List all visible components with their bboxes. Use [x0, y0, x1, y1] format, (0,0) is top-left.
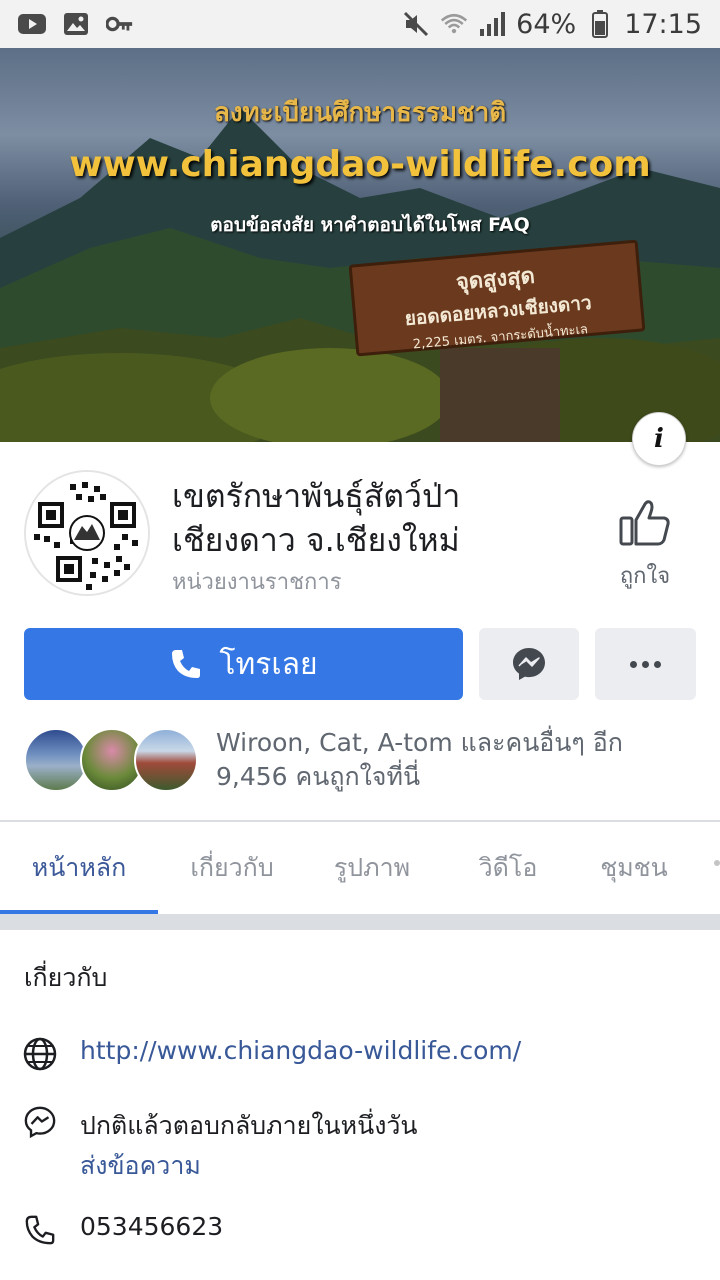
more-options-button[interactable]	[595, 628, 696, 700]
tab-photos[interactable]: รูปภาพ	[306, 822, 438, 914]
page-category: หน่วยงานราชการ	[172, 570, 342, 595]
friend-avatar[interactable]	[134, 728, 198, 792]
qr-code-icon	[26, 472, 148, 594]
signal-icon	[478, 10, 506, 38]
friend-avatars[interactable]	[24, 728, 198, 792]
messenger-icon	[513, 648, 545, 680]
call-button[interactable]: โทรเลย	[24, 628, 463, 700]
cover-subtitle: ตอบข้อสงสัย หาคำตอบได้ในโพส FAQ	[210, 214, 530, 236]
more-dot-icon	[642, 660, 649, 668]
info-button[interactable]: i	[632, 412, 686, 466]
cover-website: www.chiangdao-wildlife.com	[69, 144, 651, 185]
more-dot-icon	[630, 660, 637, 668]
profile-avatar-qr[interactable]	[24, 470, 150, 596]
key-icon	[106, 10, 134, 38]
cover-photo[interactable]: ลงทะเบียนศึกษาธรรมชาติ www.chiangdao-wil…	[0, 48, 720, 442]
tab-home[interactable]: หน้าหลัก	[0, 822, 158, 914]
website-link[interactable]: http://www.chiangdao-wildlife.com/	[80, 1036, 521, 1065]
send-message-link[interactable]: ส่งข้อความ	[80, 1146, 201, 1186]
thumbs-up-icon	[619, 500, 670, 546]
youtube-icon	[18, 10, 46, 38]
tab-about[interactable]: เกี่ยวกับ	[158, 822, 306, 914]
call-button-label: โทรเลย	[219, 646, 318, 682]
wifi-icon	[440, 10, 468, 38]
battery-icon	[586, 10, 614, 38]
like-label: ถูกใจ	[619, 564, 671, 589]
page-title: เขตรักษาพันธุ์สัตว์ป่า เชียงดาว จ.เชียงใ…	[172, 477, 461, 559]
messenger-icon	[22, 1104, 58, 1140]
friends-like-text[interactable]: Wiroon, Cat, A-tom และคนอื่นๆ อีก 9,456 …	[216, 726, 686, 794]
response-time-text: ปกติแล้วตอบกลับภายในหนึ่งวัน	[80, 1111, 418, 1140]
about-heading: เกี่ยวกับ	[24, 963, 108, 992]
clock: 17:15	[624, 8, 702, 40]
cover-headline: ลงทะเบียนศึกษาธรรมชาติ	[213, 98, 507, 128]
message-button[interactable]	[479, 628, 579, 700]
tab-community[interactable]: ชุมชน	[578, 822, 690, 914]
tab-videos[interactable]: วิดีโอ	[438, 822, 578, 914]
phone-icon	[22, 1212, 58, 1248]
page-tabs: หน้าหลัก เกี่ยวกับ รูปภาพ วิดีโอ ชุมชน	[0, 822, 720, 914]
phone-number[interactable]: 053456623	[80, 1212, 223, 1241]
mute-icon	[402, 10, 430, 38]
status-bar: 64% 17:15	[0, 0, 720, 48]
battery-percent: 64%	[516, 8, 577, 40]
more-dot-icon	[654, 660, 661, 668]
phone-icon	[172, 650, 201, 678]
section-divider	[0, 914, 720, 930]
globe-icon	[22, 1036, 58, 1072]
like-button[interactable]: ถูกใจ	[606, 498, 684, 593]
gallery-icon	[62, 10, 90, 38]
friend-avatar[interactable]	[24, 728, 88, 792]
tabs-overflow-indicator	[714, 860, 720, 866]
